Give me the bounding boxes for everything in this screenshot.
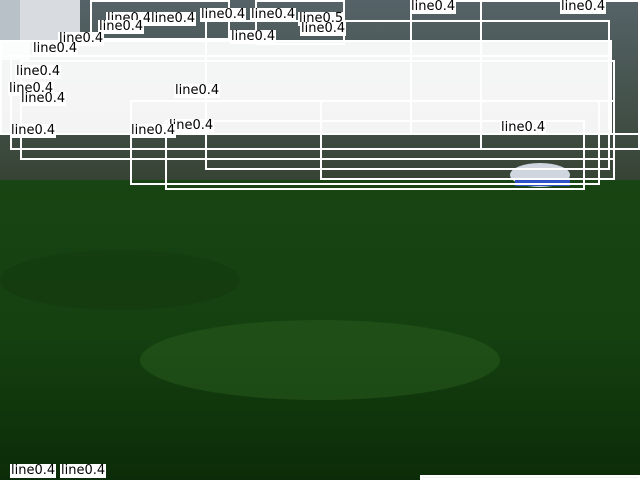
detection-label: line0.4: [32, 41, 79, 56]
detection-label: line0.4: [174, 83, 221, 98]
detection-label: line0.4: [560, 0, 607, 14]
detection-label: line0.4: [130, 123, 177, 138]
detection-label: line0.4: [10, 463, 57, 478]
detection-label: line0.4: [410, 0, 457, 14]
detection-label: line0.4: [60, 463, 107, 478]
detection-label: line0.4: [300, 21, 347, 36]
detection-label: line0.4: [500, 120, 547, 135]
detection-label: line0.4: [230, 29, 277, 44]
detection-label: line0.4: [10, 123, 57, 138]
detection-label: line0.4: [98, 19, 145, 34]
detection-label: line0.4: [150, 11, 197, 26]
detection-label: line0.4: [250, 7, 297, 22]
detection-box: [420, 475, 640, 480]
detection-label: line0.4: [15, 64, 62, 79]
camera-frame: line0.4 line0.4 line0.4 line0.5 line0.4 …: [0, 0, 640, 480]
detection-label: line0.4: [20, 91, 67, 106]
detection-label: line0.4: [200, 7, 247, 22]
